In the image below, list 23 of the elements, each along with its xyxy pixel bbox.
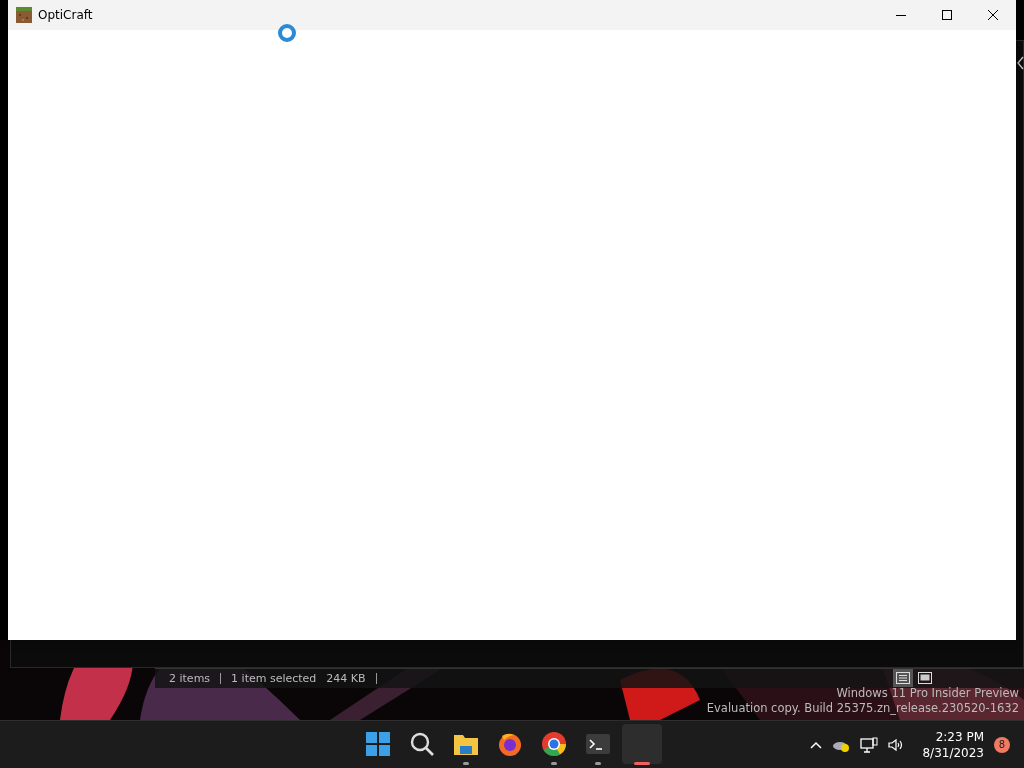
volume-icon[interactable] — [888, 737, 905, 752]
item-count: 2 items — [169, 672, 211, 685]
network-icon[interactable] — [860, 736, 879, 753]
thumbnail-view-button[interactable] — [915, 669, 935, 687]
notification-badge[interactable]: 8 — [994, 736, 1010, 753]
build-text: Evaluation copy. Build 25375.zn_release.230520-1632 — [706, 701, 1019, 716]
clock-date[interactable]: 8/31/2023 — [922, 744, 984, 761]
list-view-icon — [896, 672, 910, 684]
selection-info: 1 item selected — [231, 672, 317, 685]
thumbnail-view-icon — [918, 672, 932, 684]
chevron-icon[interactable] — [1016, 56, 1024, 70]
search-icon — [408, 730, 436, 758]
details-view-button[interactable] — [893, 669, 913, 687]
file-size: 244 KB — [326, 672, 366, 685]
chrome-icon — [540, 730, 568, 758]
dirt-block-icon — [16, 7, 32, 23]
close-icon — [988, 10, 998, 20]
window-title: OptiCraft — [38, 8, 94, 22]
chevron-up-icon[interactable] — [810, 740, 823, 749]
clock-time[interactable]: 2:23 PM — [935, 728, 984, 745]
edition-text: Windows 11 Pro Insider Preview — [836, 686, 1019, 701]
start-icon — [364, 730, 392, 758]
maximize-icon — [942, 10, 952, 20]
